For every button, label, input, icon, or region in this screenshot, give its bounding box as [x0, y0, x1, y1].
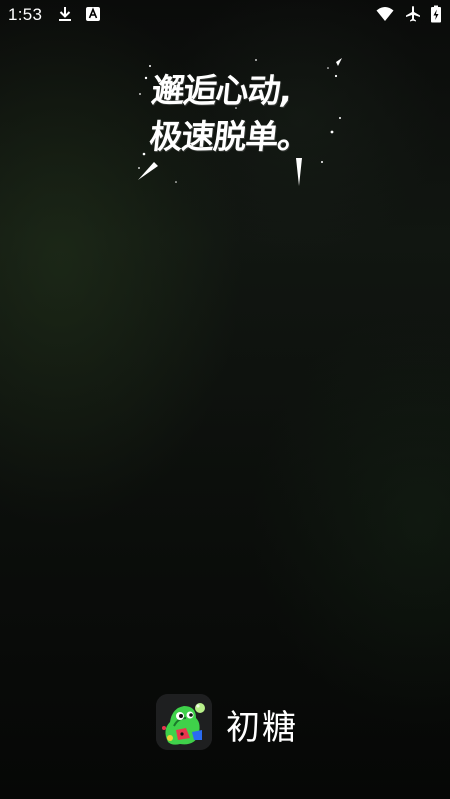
brand-footer: 初糖	[156, 694, 316, 752]
app-name: 初糖	[226, 708, 298, 748]
battery-charging-icon	[431, 5, 441, 23]
slogan-line-2: 极速脱单。	[147, 117, 312, 156]
wifi-icon	[376, 7, 394, 21]
splash-screen: 1:53 邂逅心动, 极速脱单。 初糖	[0, 0, 450, 799]
slogan: 邂逅心动, 极速脱单。	[136, 58, 342, 188]
status-time: 1:53	[8, 5, 43, 24]
slogan-line-1: 邂逅心动,	[149, 71, 294, 110]
download-icon	[59, 7, 71, 21]
status-bar: 1:53	[0, 0, 450, 30]
airplane-icon	[406, 6, 420, 22]
a-notification-icon	[86, 7, 100, 21]
app-logo-icon	[156, 694, 212, 750]
